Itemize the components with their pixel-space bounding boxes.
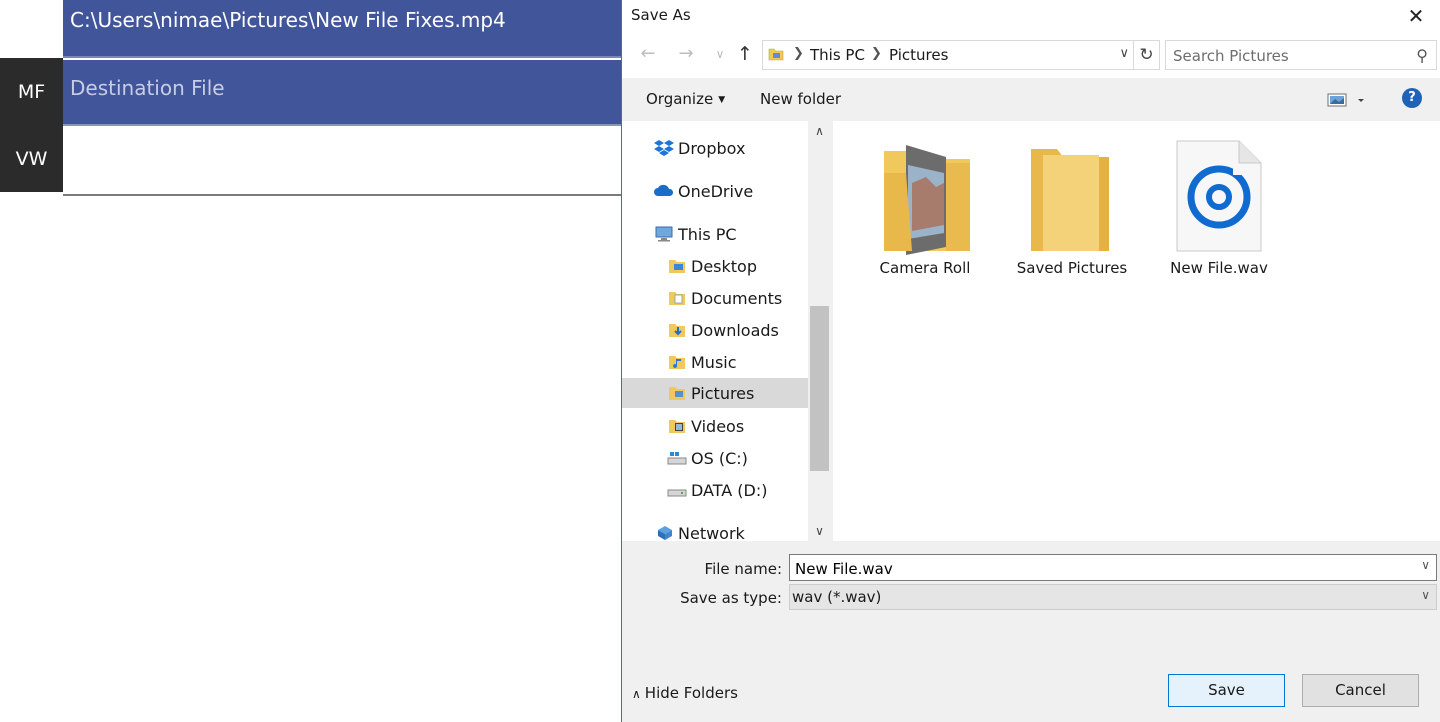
nav-item-music[interactable]: Music	[622, 347, 808, 377]
file-list-pane[interactable]: Camera Roll Saved Pictures New File.wav	[833, 121, 1440, 541]
close-icon[interactable]: ✕	[1400, 2, 1432, 30]
chevron-down-icon[interactable]: ∨	[1421, 588, 1430, 602]
nav-item-videos[interactable]: Videos	[622, 411, 808, 441]
network-icon	[658, 526, 672, 540]
videos-folder-icon	[669, 420, 685, 433]
nav-item-desktop[interactable]: Desktop	[622, 251, 808, 281]
file-label: New File.wav	[1170, 259, 1268, 277]
file-name-input[interactable]	[790, 555, 1417, 582]
file-tile-new-file-wav[interactable]: New File.wav	[1156, 139, 1282, 289]
organize-button[interactable]: Organize ▼	[646, 90, 725, 108]
save-as-dialog: Save As ✕ ← → ∨ ↑ ❯ This PC ❯ Pictures ∨…	[621, 0, 1440, 722]
save-as-type-value: wav (*.wav)	[792, 588, 882, 606]
scroll-up-chevron-icon[interactable]: ∧	[808, 121, 831, 141]
cancel-button[interactable]: Cancel	[1302, 674, 1419, 707]
save-as-type-select[interactable]: wav (*.wav) ∨	[789, 584, 1437, 610]
nav-item-os-c[interactable]: OS (C:)	[622, 443, 808, 473]
music-folder-icon	[669, 356, 685, 369]
nav-scrollbar[interactable]: ∧ ∨	[808, 121, 831, 541]
nav-item-this-pc[interactable]: This PC	[622, 219, 808, 249]
nav-item-downloads[interactable]: Downloads	[622, 315, 808, 345]
new-folder-button[interactable]: New folder	[760, 90, 841, 108]
computer-icon	[655, 226, 673, 242]
nav-label: Desktop	[691, 256, 757, 276]
file-label: Camera Roll	[879, 259, 971, 277]
chevron-up-icon: ∧	[632, 687, 641, 701]
file-name-label: File name:	[704, 560, 782, 578]
scrollbar-thumb[interactable]	[810, 306, 829, 471]
nav-item-network[interactable]: Network	[622, 518, 808, 541]
navigation-bar: ← → ∨ ↑ ❯ This PC ❯ Pictures ∨ ↻ ⚲	[622, 32, 1440, 78]
caret-down-icon: ▼	[718, 95, 726, 105]
address-bar[interactable]: ❯ This PC ❯ Pictures ∨	[762, 40, 1134, 70]
recent-locations-chevron-icon[interactable]: ∨	[708, 42, 732, 66]
tab-mf[interactable]: MF	[0, 58, 63, 125]
save-form: File name: ∨ Save as type: wav (*.wav) ∨…	[622, 541, 1440, 722]
nav-item-data-d[interactable]: DATA (D:)	[622, 475, 808, 505]
refresh-icon[interactable]: ↻	[1134, 40, 1160, 70]
desktop-folder-icon	[669, 260, 685, 273]
address-dropdown-chevron-icon[interactable]: ∨	[1119, 46, 1129, 61]
search-input[interactable]	[1166, 41, 1415, 71]
dialog-title: Save As	[631, 6, 691, 24]
source-file-field[interactable]: C:\Users\nimae\Pictures\New File Fixes.m…	[63, 0, 623, 58]
photo-folder-icon	[884, 145, 970, 255]
drive-icon	[667, 489, 687, 497]
file-label: Saved Pictures	[1016, 259, 1128, 277]
file-name-combobox[interactable]: ∨	[789, 554, 1437, 582]
breadcrumb-separator-icon[interactable]: ❯	[793, 46, 804, 61]
nav-item-pictures[interactable]: Pictures	[622, 378, 808, 408]
empty-input-field[interactable]	[63, 128, 623, 196]
folder-icon	[1031, 149, 1109, 251]
nav-label: Dropbox	[678, 138, 746, 158]
tab-vw[interactable]: VW	[0, 125, 63, 192]
dialog-titlebar[interactable]: Save As ✕	[622, 0, 1440, 32]
documents-folder-icon	[669, 292, 685, 305]
breadcrumb-pictures[interactable]: Pictures	[889, 46, 948, 64]
onedrive-icon	[654, 184, 674, 196]
breadcrumb-separator-icon[interactable]: ❯	[871, 46, 882, 61]
nav-item-dropbox[interactable]: Dropbox	[622, 133, 808, 163]
nav-label: DATA (D:)	[691, 480, 768, 500]
change-view-icon[interactable]	[1327, 91, 1367, 109]
nav-label: Documents	[691, 288, 783, 308]
nav-label: OneDrive	[678, 181, 754, 201]
pictures-folder-icon	[669, 387, 685, 400]
drive-icon	[667, 452, 687, 465]
app-sidebar: MF VW	[0, 58, 63, 192]
back-arrow-icon[interactable]: ←	[636, 42, 660, 66]
forward-arrow-icon[interactable]: →	[674, 42, 698, 66]
hide-folders-label: Hide Folders	[644, 684, 738, 702]
nav-item-onedrive[interactable]: OneDrive	[622, 176, 808, 206]
nav-label: Network	[678, 523, 745, 542]
pictures-folder-icon	[768, 48, 784, 61]
save-button[interactable]: Save	[1168, 674, 1285, 707]
nav-label: OS (C:)	[691, 448, 748, 468]
nav-label: Pictures	[691, 383, 755, 403]
help-icon[interactable]: ?	[1402, 88, 1422, 108]
file-tile-camera-roll[interactable]: Camera Roll	[862, 139, 988, 289]
hide-folders-button[interactable]: ∧ Hide Folders	[632, 684, 738, 702]
nav-label: This PC	[678, 224, 737, 244]
nav-label: Downloads	[691, 320, 779, 340]
file-tile-saved-pictures[interactable]: Saved Pictures	[1009, 139, 1135, 289]
up-arrow-icon[interactable]: ↑	[733, 42, 757, 66]
destination-file-field[interactable]: Destination File	[63, 60, 623, 126]
search-icon[interactable]: ⚲	[1416, 46, 1428, 65]
navigation-pane[interactable]: Dropbox OneDrive This PC Desktop Documen…	[622, 121, 831, 541]
scroll-down-chevron-icon[interactable]: ∨	[808, 521, 831, 541]
audio-file-icon	[1176, 140, 1262, 252]
chevron-down-icon[interactable]: ∨	[1421, 558, 1430, 572]
command-toolbar: Organize ▼ New folder ?	[622, 78, 1440, 121]
breadcrumb-this-pc[interactable]: This PC	[810, 46, 865, 64]
nav-item-documents[interactable]: Documents	[622, 283, 808, 313]
nav-label: Music	[691, 352, 737, 372]
organize-label: Organize	[646, 90, 714, 108]
search-box[interactable]: ⚲	[1165, 40, 1437, 71]
save-as-type-label: Save as type:	[680, 589, 782, 607]
downloads-folder-icon	[669, 324, 685, 337]
dropbox-icon	[654, 140, 674, 156]
nav-label: Videos	[691, 416, 745, 436]
